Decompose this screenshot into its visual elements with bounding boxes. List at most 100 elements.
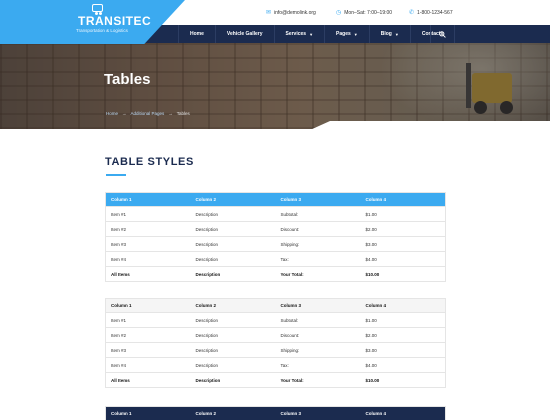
table-row: Item #4 Description Tax: $4.00 (105, 357, 446, 373)
table-cell: Description (190, 357, 276, 373)
table-cell: $1.00 (360, 312, 446, 328)
table-total-row: All Items Description Your Total: $10.00 (105, 372, 446, 388)
table-row: Item #3 Description Shipping: $3.00 (105, 236, 446, 252)
table-cell: $4.00 (360, 357, 446, 373)
table-cell: Item #4 (105, 251, 191, 267)
table-cell: Description (190, 236, 276, 252)
mail-icon: ✉ (266, 10, 272, 16)
table-cell: $3.00 (360, 236, 446, 252)
page-title: Tables (104, 71, 151, 88)
breadcrumb-additional-pages[interactable]: Additional Pages (131, 111, 165, 116)
column-header: Column 2 (195, 303, 217, 308)
hero-overlay (0, 43, 550, 129)
page-hero: Tables Home → Additional Pages → Tables (0, 43, 550, 129)
table-cell: $10.00 (360, 266, 446, 282)
table-cell: $2.00 (360, 221, 446, 237)
contact-phone[interactable]: ✆ 1-800-1234-567 (409, 9, 453, 17)
table-cell: Description (190, 221, 276, 237)
breadcrumb-current: Tables (176, 111, 190, 116)
table-total-row: All Items Description Your Total: $10.00 (105, 266, 446, 282)
column-header: Column 1 (111, 411, 132, 416)
table-cell: Item #3 (105, 342, 191, 358)
table-row: Item #2 Description Discount: $2.00 (105, 327, 446, 343)
table-cell: Description (190, 251, 276, 267)
column-header: Column 3 (280, 303, 302, 308)
column-header: Column 4 (365, 303, 387, 308)
table-cell: $3.00 (360, 342, 446, 358)
table-cell: Description (190, 342, 276, 358)
title-underline (106, 174, 126, 176)
nav-item-label: Home (190, 31, 204, 37)
table-cell: $4.00 (360, 251, 446, 267)
table-cell: Tax: (275, 357, 361, 373)
table-cell: $2.00 (360, 327, 446, 343)
table-row: Item #1 Description Subtotal: $1.00 (105, 312, 446, 328)
nav-item-home[interactable]: Home (178, 25, 215, 43)
chevron-down-icon: ▼ (353, 31, 358, 37)
table-cell: $10.00 (360, 372, 446, 388)
nav-item-label: Blog (380, 31, 392, 37)
table-cell: Your Total: (275, 266, 361, 282)
table-cell: Shipping: (275, 342, 361, 358)
table-cell: Item #3 (105, 236, 191, 252)
logo-title: TRANSITEC (78, 14, 152, 28)
section-title: TABLE STYLES (105, 156, 194, 168)
table-cell: Item #4 (105, 357, 191, 373)
contact-hours: ◷ Mon–Sat: 7:00–19:00 (336, 9, 393, 17)
table-row: Item #3 Description Shipping: $3.00 (105, 342, 446, 358)
table-style-2: Column 1 Column 2 Column 3 Column 4 Item… (105, 298, 446, 388)
table-cell: Item #2 (105, 221, 191, 237)
phone-icon: ✆ (409, 10, 415, 16)
table-cell: Tax: (275, 251, 361, 267)
table-cell: Shipping: (275, 236, 361, 252)
nav-item-label: Pages (336, 31, 351, 37)
table-style-3: Column 1 Column 2 Column 3 Column 4 (105, 406, 446, 420)
contact-email-text: info@demolink.org (274, 9, 316, 16)
table-cell: Description (190, 372, 276, 388)
table-cell: $1.00 (360, 206, 446, 222)
column-header: Column 3 (280, 411, 302, 416)
table-cell: Item #1 (105, 312, 191, 328)
table-cell: Subtotal: (275, 206, 361, 222)
breadcrumb-separator: → (168, 111, 173, 116)
nav-item-blog[interactable]: Blog ▼ (368, 25, 410, 43)
column-header: Column 3 (280, 197, 302, 202)
column-header: Column 1 (111, 303, 132, 308)
nav-item-services[interactable]: Services ▼ (273, 25, 325, 43)
truck-icon (92, 4, 103, 15)
column-header: Column 2 (195, 197, 217, 202)
table-cell: Subtotal: (275, 312, 361, 328)
table-cell: Description (190, 312, 276, 328)
search-button[interactable] (430, 25, 454, 43)
table-cell: All Items (105, 266, 191, 282)
table-cell: Discount: (275, 327, 361, 343)
table-cell: Description (190, 206, 276, 222)
table-header-row: Column 1 Column 2 Column 3 Column 4 (105, 192, 446, 207)
nav-item-pages[interactable]: Pages ▼ (324, 25, 369, 43)
column-header: Column 1 (111, 197, 132, 202)
breadcrumb-home[interactable]: Home (106, 111, 118, 116)
nav-item-vehicle-gallery[interactable]: Vehicle Gallery (214, 25, 274, 43)
table-cell: Description (190, 327, 276, 343)
breadcrumb-separator: → (122, 111, 127, 116)
clock-icon: ◷ (336, 10, 342, 16)
breadcrumb: Home → Additional Pages → Tables (106, 111, 190, 116)
table-row: Item #1 Description Subtotal: $1.00 (105, 206, 446, 222)
table-row: Item #4 Description Tax: $4.00 (105, 251, 446, 267)
contact-email[interactable]: ✉ info@demolink.org (266, 9, 316, 17)
table-cell: Discount: (275, 221, 361, 237)
logo-subtitle: Transportation & Logistics (76, 28, 128, 33)
table-cell: Item #2 (105, 327, 191, 343)
table-style-1: Column 1 Column 2 Column 3 Column 4 Item… (105, 192, 446, 282)
chevron-down-icon: ▼ (394, 31, 399, 37)
contact-phone-text: 1-800-1234-567 (417, 9, 453, 16)
search-icon (439, 30, 446, 38)
table-row: Item #2 Description Discount: $2.00 (105, 221, 446, 237)
table-cell: Description (190, 266, 276, 282)
table-cell: Your Total: (275, 372, 361, 388)
column-header: Column 4 (365, 197, 387, 202)
nav-items: Home Vehicle Gallery Services ▼ Pages ▼ Bl… (178, 25, 456, 43)
contact-hours-text: Mon–Sat: 7:00–19:00 (344, 9, 393, 16)
nav-item-label: Vehicle Gallery (226, 31, 263, 37)
table-cell: All Items (105, 372, 191, 388)
